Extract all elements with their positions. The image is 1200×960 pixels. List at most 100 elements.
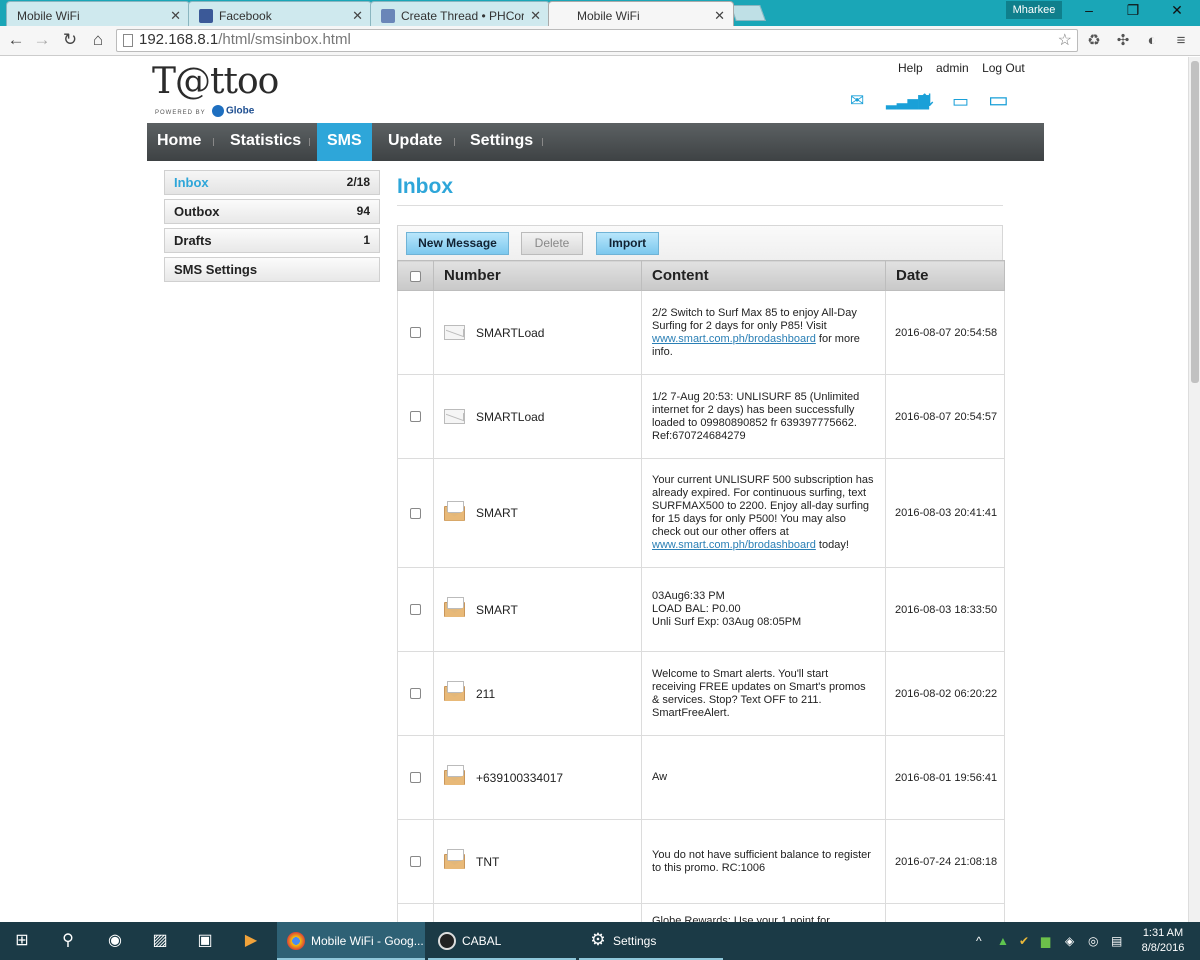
column-header-date[interactable]: Date [885,260,1005,291]
column-header-number[interactable]: Number [433,260,642,291]
logout-link[interactable]: Log Out [982,61,1025,75]
close-tab-icon[interactable]: ✕ [530,8,541,24]
table-row[interactable]: TNT You do not have sufficient balance to… [397,819,1005,904]
row-checkbox[interactable] [410,507,421,519]
content-cell[interactable]: 03Aug6:33 PM LOAD BAL: P0.00 Unli Surf E… [641,567,886,652]
message-text: Your current UNLISURF 500 subscription h… [652,474,874,538]
sidebar-item-sms-settings[interactable]: SMS Settings [164,257,380,282]
sender: SMARTLoad [444,325,631,340]
pinned-app-globe-icon[interactable]: ◉ [95,922,135,960]
pinned-app-chart-icon[interactable]: ▨ [140,922,180,960]
row-checkbox[interactable] [410,327,421,339]
taskbar-app-settings[interactable]: ⚙ Settings [579,922,723,960]
help-link[interactable]: Help [898,61,923,75]
content-cell[interactable]: Welcome to Smart alerts. You'll start re… [641,651,886,736]
nav-statistics[interactable]: Statistics [220,123,311,161]
forward-icon[interactable]: → [32,30,52,50]
new-tab-button[interactable] [730,5,766,21]
table-row[interactable]: 211 Welcome to Smart alerts. You'll start… [397,651,1005,736]
restore-icon[interactable]: ❐ [1118,2,1148,19]
sender-number: SMARTLoad [476,325,545,340]
tray-expand-icon[interactable]: ^ [976,922,982,960]
main-nav: Home Statistics SMS Update Settings [147,123,1044,161]
message-link[interactable]: www.smart.com.ph/brodashboard [652,539,816,551]
nav-update[interactable]: Update [378,123,452,161]
nav-separator [454,138,455,146]
content-cell[interactable]: Globe Rewards: Use your 1 point for [641,903,886,922]
tattoo-logo[interactable]: T@ttoo POWERED BY Globe [152,61,279,121]
row-checkbox[interactable] [410,411,421,423]
sender-number: SMARTLoad [476,409,545,424]
import-button[interactable]: Import [596,232,659,255]
content-cell[interactable]: 1/2 7-Aug 20:53: UNLISURF 85 (Unlimited … [641,374,886,459]
content-cell[interactable]: Your current UNLISURF 500 subscription h… [641,458,886,568]
close-window-icon[interactable]: ✕ [1162,2,1192,19]
sidebar-item-inbox[interactable]: Inbox 2/18 [164,170,380,195]
tray-steam-icon[interactable]: ◎ [1088,922,1098,960]
table-row[interactable]: SMARTLoad 2/2 Switch to Surf Max 85 to en… [397,290,1005,375]
pinned-app-terminal-icon[interactable]: ▣ [185,922,225,960]
tray-nvidia-icon[interactable]: ▆ [1041,922,1050,960]
search-icon[interactable]: ⚲ [48,922,88,960]
notification-icon[interactable]: ▤ [1111,922,1122,960]
sidebar-item-drafts[interactable]: Drafts 1 [164,228,380,253]
table-row[interactable]: SMART Your current UNLISURF 500 subscript… [397,458,1005,568]
address-bar[interactable]: 192.168.8.1/html/smsinbox.html ☆ [116,29,1078,52]
taskbar-clock[interactable]: 1:31 AM 8/8/2016 [1136,926,1190,956]
message-link[interactable]: www.smart.com.ph/brodashboard [652,333,816,345]
tray-warning-icon[interactable]: ✔ [1019,922,1029,960]
browser-tab-active[interactable]: Mobile WiFi ✕ [548,1,734,26]
row-checkbox[interactable] [410,604,421,616]
page-title: Inbox [397,175,453,198]
sms-mail-icon[interactable]: ✉ [850,91,864,111]
row-checkbox[interactable] [410,772,421,784]
globe-extension-icon[interactable]: ◐ [1143,32,1161,50]
globe-logo: Globe [212,105,254,117]
new-message-button[interactable]: New Message [406,232,509,255]
gear-icon: ⚙ [590,930,606,949]
close-tab-icon[interactable]: ✕ [714,8,725,24]
scrollbar-thumb[interactable] [1191,61,1199,383]
browser-tab[interactable]: Mobile WiFi ✕ [6,1,190,26]
column-header-content[interactable]: Content [641,260,886,291]
profile-button[interactable]: Mharkee [1006,1,1062,19]
browser-tab[interactable]: Facebook ✕ [188,1,372,26]
title-divider [397,205,1003,206]
menu-icon[interactable]: ≡ [1172,32,1190,50]
table-row[interactable]: SMARTLoad 1/2 7-Aug 20:53: UNLISURF 85 (U… [397,374,1005,459]
table-row[interactable]: +639100334017 Aw 2016-08-01 19:56:41 [397,735,1005,820]
row-checkbox[interactable] [410,856,421,868]
start-windows-icon[interactable]: ⊞ [2,922,42,960]
message-text: Welcome to Smart alerts. You'll start re… [652,667,866,719]
home-icon[interactable]: ⌂ [88,30,108,50]
delete-button[interactable]: Delete [521,232,583,255]
table-row[interactable]: SMART 03Aug6:33 PM LOAD BAL: P0.00 Unli S… [397,567,1005,652]
page-scrollbar[interactable] [1188,57,1200,922]
sidebar-item-outbox[interactable]: Outbox 94 [164,199,380,224]
tray-network-icon[interactable]: ◈ [1065,922,1074,960]
minimize-icon[interactable]: – [1074,2,1104,18]
browser-tab[interactable]: Create Thread • PHCorner ✕ [370,1,550,26]
recycle-extension-icon[interactable]: ♻ [1085,32,1103,50]
nav-settings[interactable]: Settings [460,123,543,161]
content-cell[interactable]: 2/2 Switch to Surf Max 85 to enjoy All-D… [641,290,886,375]
table-row[interactable]: Globe Rewards: Use your 1 point for [397,903,1005,922]
nav-sms[interactable]: SMS [317,123,372,161]
reload-icon[interactable]: ↻ [60,30,80,50]
back-icon[interactable]: ← [6,30,26,50]
sidebar-item-count: 2/18 [346,175,370,189]
tray-app-icon[interactable]: ▲ [997,922,1009,960]
row-checkbox[interactable] [410,688,421,700]
nav-home[interactable]: Home [147,123,211,161]
taskbar-app-chrome[interactable]: Mobile WiFi - Goog... [277,922,425,960]
content-cell[interactable]: Aw [641,735,886,820]
close-tab-icon[interactable]: ✕ [170,8,181,24]
content-cell[interactable]: You do not have sufficient balance to re… [641,819,886,904]
puzzle-extension-icon[interactable]: ✣ [1114,32,1132,50]
opened-envelope-icon [444,849,465,869]
taskbar-app-cabal[interactable]: CABAL [428,922,576,960]
select-all-checkbox[interactable] [410,270,421,282]
pinned-app-media-icon[interactable]: ▶ [231,922,271,960]
bookmark-star-icon[interactable]: ☆ [1058,30,1072,50]
close-tab-icon[interactable]: ✕ [352,8,363,24]
